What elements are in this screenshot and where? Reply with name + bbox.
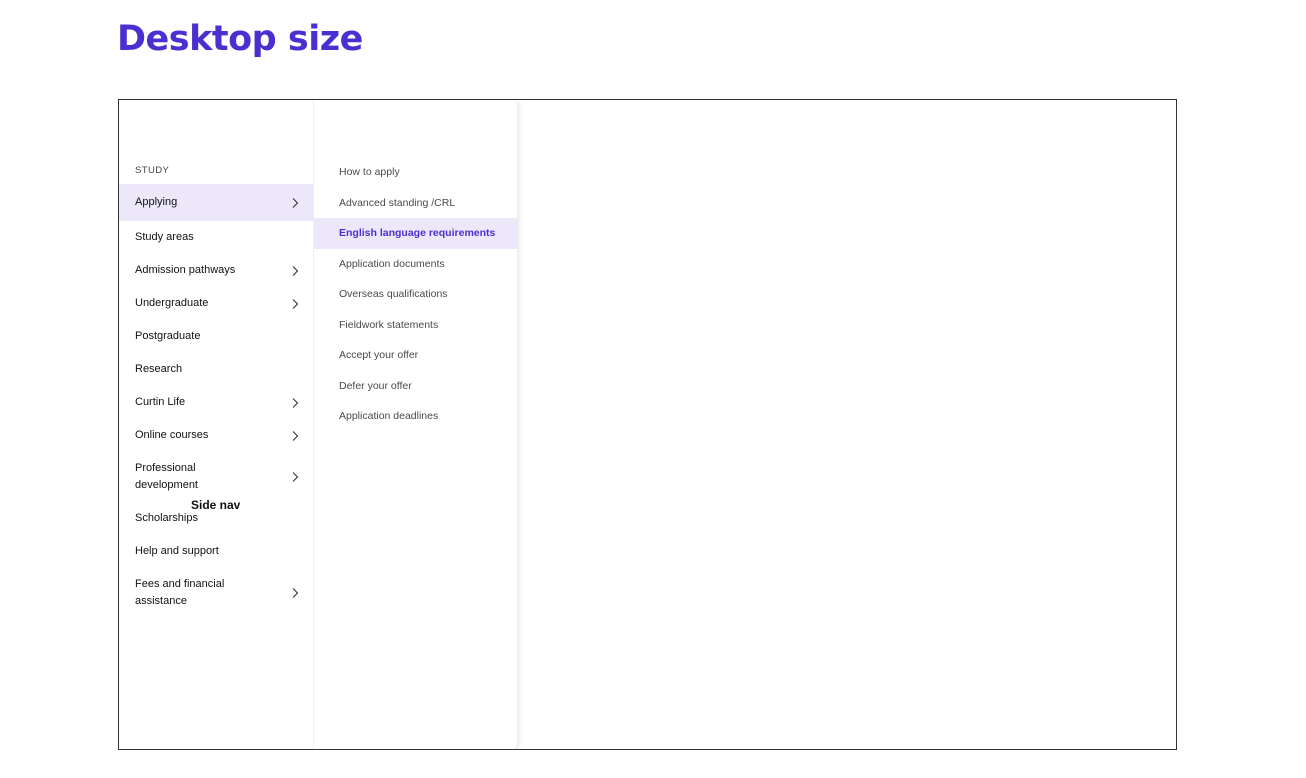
- side-nav-item-label: Admission pathways: [135, 264, 236, 276]
- side-nav-item-label: Online courses: [135, 429, 209, 441]
- side-nav-item-label: Professional development: [135, 462, 198, 491]
- sub-nav-item[interactable]: Overseas qualifications: [314, 279, 518, 310]
- side-nav-item-label: Study areas: [135, 231, 194, 243]
- sub-nav-item[interactable]: How to apply: [314, 157, 518, 188]
- chevron-right-icon: [292, 298, 299, 309]
- side-nav-item[interactable]: Admission pathways: [119, 254, 313, 287]
- side-nav-item-label: Applying: [135, 196, 178, 208]
- side-nav: STUDY Applying Study areas Admission pat…: [119, 100, 313, 749]
- side-nav-item[interactable]: Help and support: [119, 535, 313, 568]
- side-nav-item[interactable]: Postgraduate: [119, 320, 313, 353]
- sub-nav: How to apply Advanced standing /CRL Engl…: [313, 100, 518, 749]
- chevron-right-icon: [292, 397, 299, 408]
- sub-nav-item[interactable]: Fieldwork statements: [314, 310, 518, 341]
- side-nav-item[interactable]: Professional development: [119, 452, 313, 502]
- chevron-right-icon: [292, 430, 299, 441]
- side-nav-item[interactable]: Research: [119, 353, 313, 386]
- section-label: STUDY: [135, 165, 170, 176]
- side-nav-list: Applying Study areas Admission pathways …: [119, 184, 313, 618]
- side-nav-item-label: Curtin Life: [135, 396, 186, 408]
- side-nav-item[interactable]: Applying: [119, 184, 313, 221]
- side-nav-item[interactable]: Curtin Life: [119, 386, 313, 419]
- chevron-right-icon: [292, 197, 299, 208]
- side-nav-item-label: Research: [135, 363, 183, 375]
- sub-nav-item[interactable]: Application deadlines: [314, 401, 518, 432]
- chevron-right-icon: [292, 472, 299, 482]
- side-nav-item-label: Help and support: [135, 545, 219, 557]
- sub-nav-item[interactable]: Advanced standing /CRL: [314, 188, 518, 219]
- sub-nav-item[interactable]: Defer your offer: [314, 371, 518, 402]
- page-heading: Desktop size: [117, 19, 363, 59]
- sub-nav-list: How to apply Advanced standing /CRL Engl…: [314, 157, 518, 432]
- side-nav-item-label: Postgraduate: [135, 330, 201, 342]
- side-nav-item-label: Fees and financial assistance: [135, 578, 225, 607]
- chevron-right-icon: [292, 588, 299, 598]
- side-nav-caption: Side nav: [191, 498, 241, 512]
- sub-nav-item[interactable]: Application documents: [314, 249, 518, 280]
- side-nav-item[interactable]: Undergraduate: [119, 287, 313, 320]
- sub-nav-item[interactable]: English language requirements: [314, 218, 518, 249]
- chevron-right-icon: [292, 265, 299, 276]
- side-nav-item[interactable]: Study areas: [119, 221, 313, 254]
- side-nav-item-label: Undergraduate: [135, 297, 209, 309]
- sub-nav-item[interactable]: Accept your offer: [314, 340, 518, 371]
- side-nav-item-label: Scholarships: [135, 512, 198, 524]
- side-nav-item[interactable]: Fees and financial assistance: [119, 568, 313, 618]
- desktop-frame: STUDY Applying Study areas Admission pat…: [118, 99, 1177, 750]
- side-nav-item[interactable]: Online courses: [119, 419, 313, 452]
